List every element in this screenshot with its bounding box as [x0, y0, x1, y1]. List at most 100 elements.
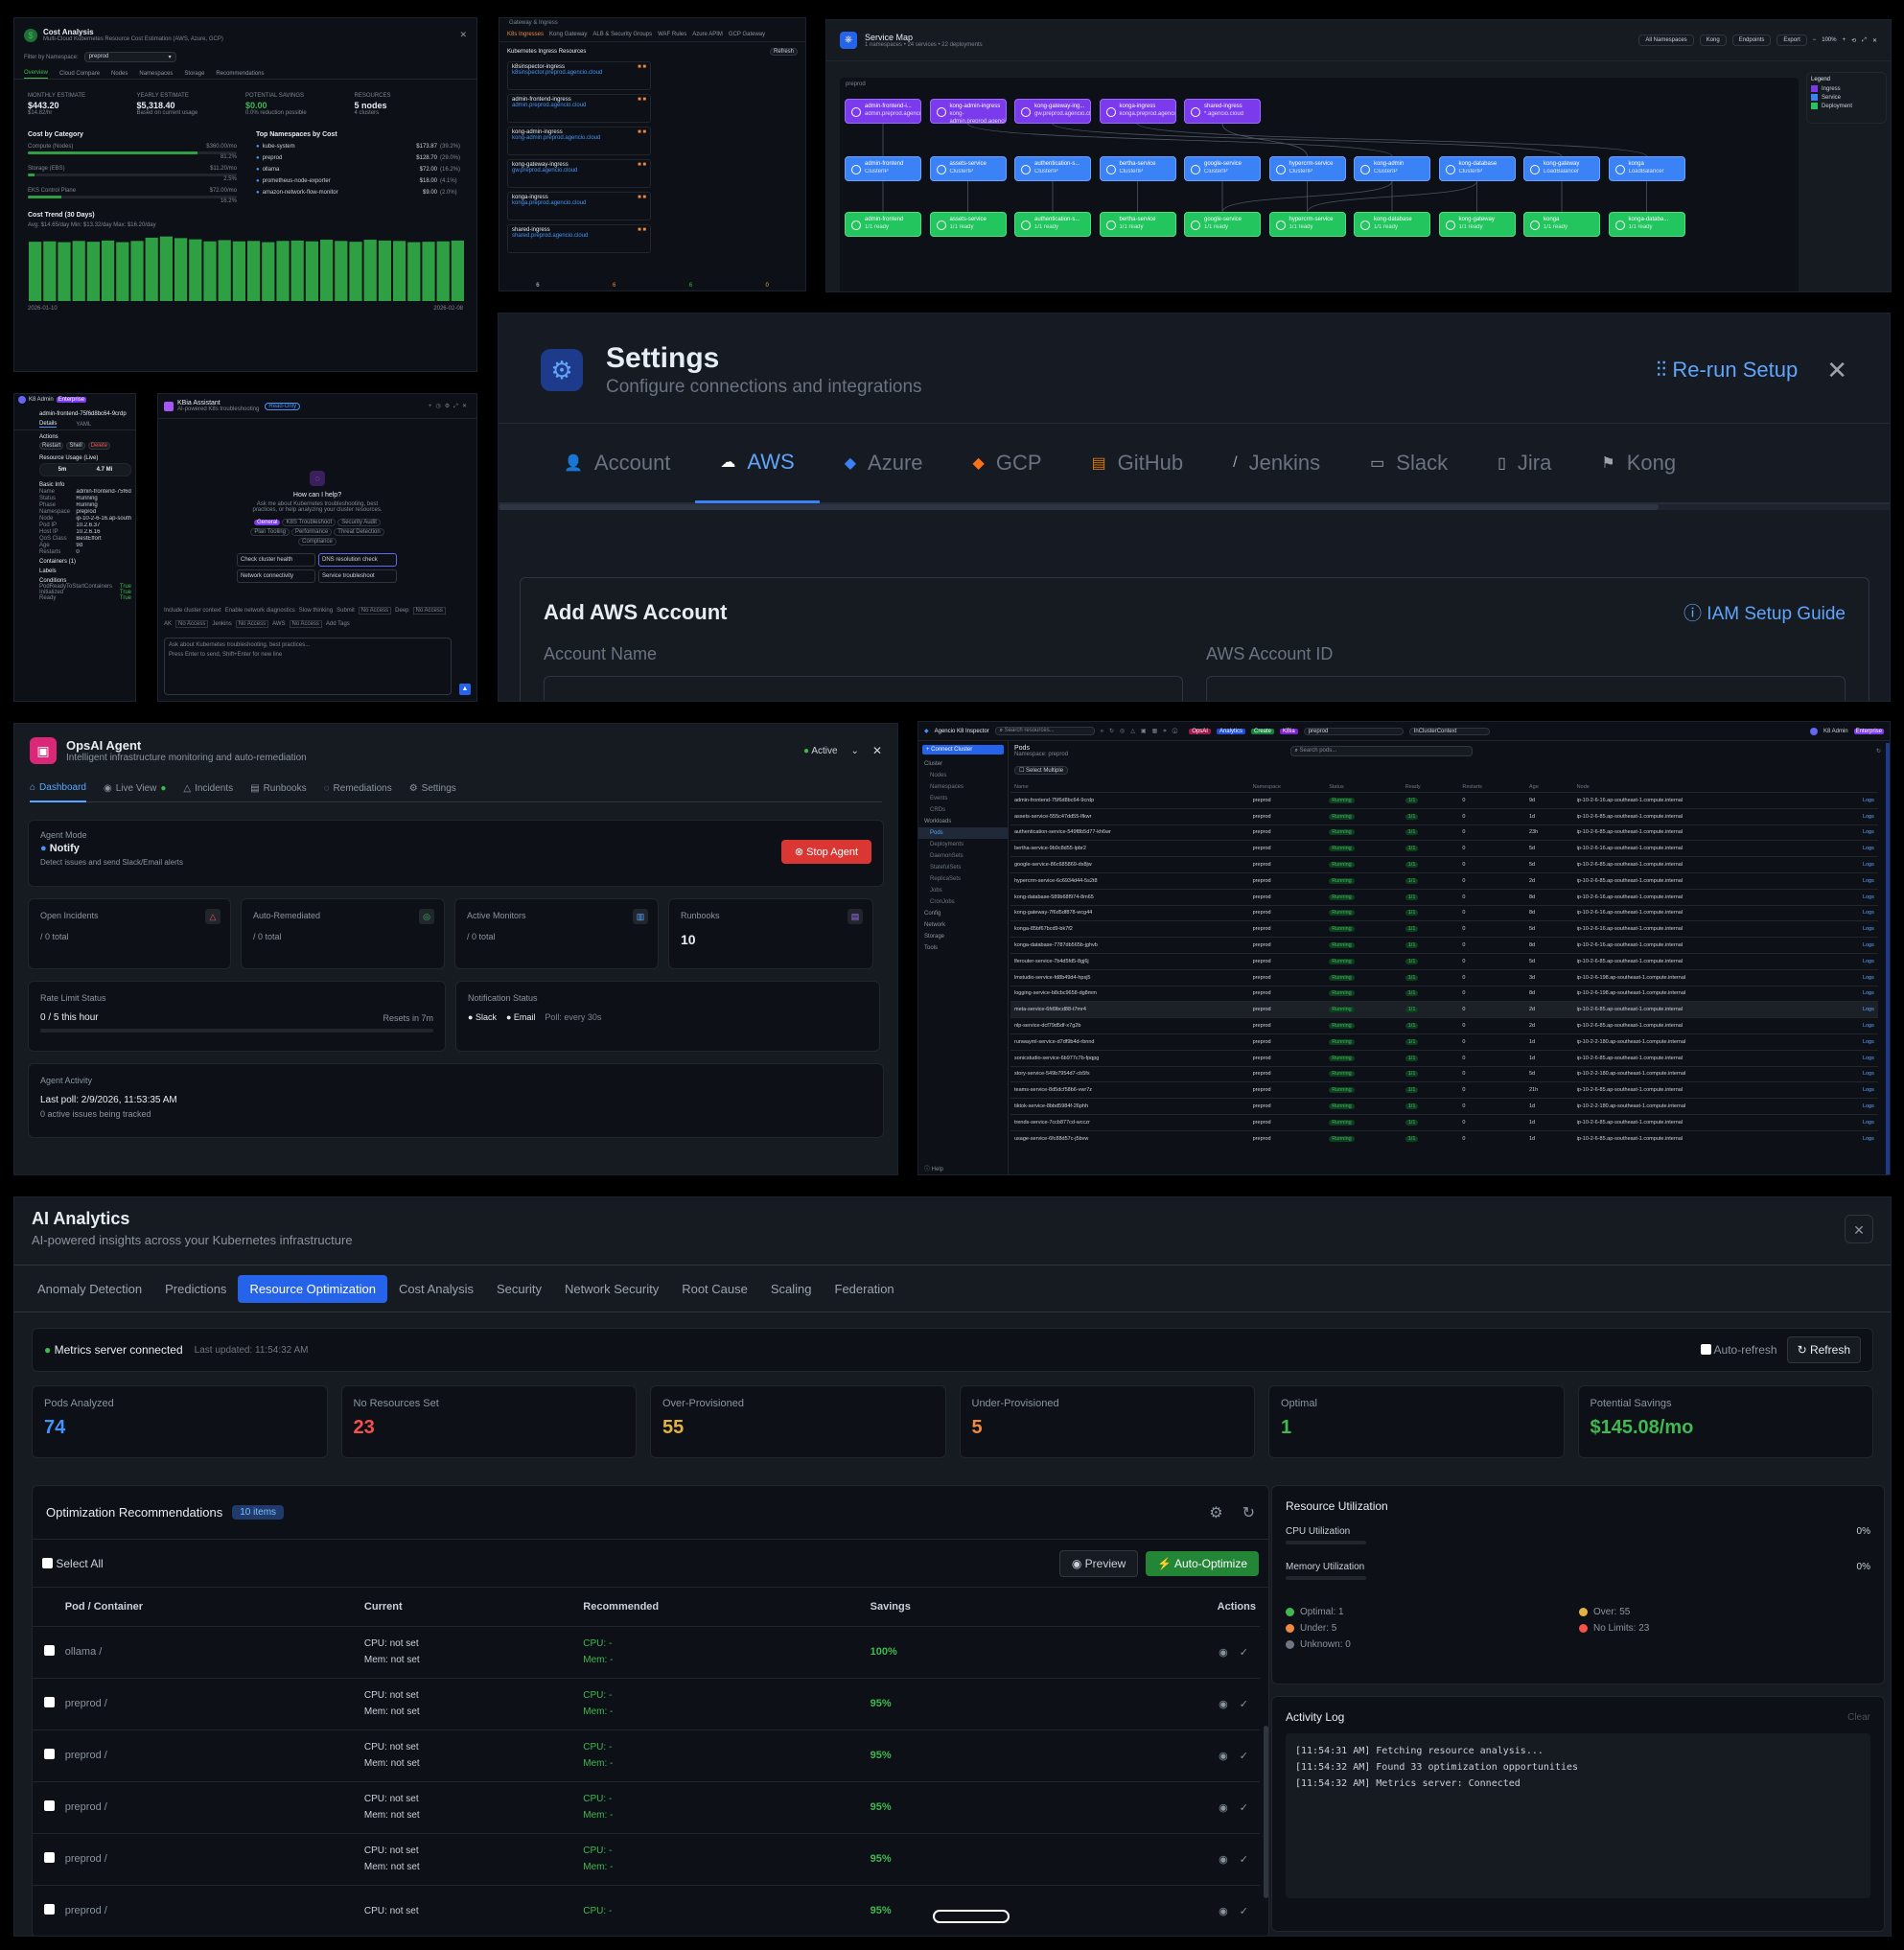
- row-checkbox[interactable]: [33, 1833, 61, 1885]
- deployment-node[interactable]: authentication-s... 1/1 ready: [1014, 212, 1091, 237]
- nav-item-nodes[interactable]: Nodes: [918, 770, 1008, 781]
- quick-prompt[interactable]: Network connectivity: [237, 569, 315, 583]
- cost-tab[interactable]: Nodes: [111, 69, 128, 79]
- logs-link[interactable]: Logs: [1859, 793, 1878, 809]
- table-row[interactable]: meta-service-6fd9bcd88-t7mr4 preprod Runni…: [1010, 1001, 1878, 1018]
- reset-icon[interactable]: ⟲: [1851, 37, 1856, 44]
- settings-tab-jenkins[interactable]: / Jenkins: [1208, 423, 1345, 503]
- logs-link[interactable]: Logs: [1859, 889, 1878, 905]
- ai-tab[interactable]: Federation: [824, 1275, 906, 1303]
- cost-tab[interactable]: Storage: [184, 69, 204, 79]
- integration-option[interactable]: No Access: [175, 620, 209, 628]
- forward-icon[interactable]: »: [1101, 729, 1109, 734]
- help-link[interactable]: ⓘ Help: [924, 1164, 943, 1172]
- nav-item-config[interactable]: Config: [918, 908, 1008, 919]
- opsai-tab-live-view[interactable]: ◉ Live View ●: [104, 776, 166, 802]
- nav-item-daemonsets[interactable]: DaemonSets: [918, 850, 1008, 862]
- logs-link[interactable]: Logs: [1859, 953, 1878, 969]
- shell-button[interactable]: Shell: [66, 442, 85, 450]
- mode-chip[interactable]: Performance: [290, 528, 333, 536]
- ai-tab[interactable]: Scaling: [759, 1275, 824, 1303]
- logs-link[interactable]: Logs: [1859, 1002, 1878, 1018]
- deployment-node[interactable]: konga 1/1 ready: [1523, 212, 1600, 237]
- table-row[interactable]: google-service-86c685869-dx8jw preprod Run…: [1010, 856, 1878, 873]
- ingress-node[interactable]: shared-ingress *.agencio.cloud: [1184, 99, 1261, 124]
- logs-link[interactable]: Logs: [1859, 1099, 1878, 1115]
- nav-item-jobs[interactable]: Jobs: [918, 885, 1008, 896]
- terminal-icon[interactable]: ⌗: [1163, 729, 1172, 734]
- mode-chip[interactable]: Compliance: [298, 538, 337, 546]
- connect-cluster-button[interactable]: + Connect Cluster: [922, 745, 1004, 754]
- aws-account-id-input[interactable]: [1206, 676, 1846, 701]
- table-row[interactable]: authentication-service-549f8b5d77-kh6wr p…: [1010, 824, 1878, 841]
- close-icon[interactable]: ✕: [872, 744, 882, 757]
- deployment-node[interactable]: admin-frontend 1/1 ready: [845, 212, 921, 237]
- row-checkbox[interactable]: [33, 1729, 61, 1781]
- service-node[interactable]: bertha-service ClusterIP: [1099, 156, 1176, 181]
- iam-guide-link[interactable]: ⓘ IAM Setup Guide: [1683, 599, 1846, 625]
- logs-link[interactable]: Logs: [1859, 841, 1878, 857]
- zoom-out-icon[interactable]: −: [1813, 37, 1817, 43]
- table-row[interactable]: assets-service-555c47dd55-lfkwr preprod Ru…: [1010, 808, 1878, 824]
- logs-link[interactable]: Logs: [1859, 824, 1878, 841]
- deployment-node[interactable]: kong-gateway 1/1 ready: [1438, 212, 1516, 237]
- table-row[interactable]: trends-service-7ccb877cd-wcczr preprod Run…: [1010, 1114, 1878, 1130]
- ai-tab[interactable]: Root Cause: [670, 1275, 759, 1303]
- table-row[interactable]: nlp-service-dcf79d5df-x7g2b preprod Runnin…: [1010, 1017, 1878, 1034]
- table-row[interactable]: konga-database-7787db565b-jghvb preprod Ru…: [1010, 937, 1878, 954]
- service-node[interactable]: hypercrm-service ClusterIP: [1268, 156, 1346, 181]
- restart-button[interactable]: Restart: [39, 442, 64, 450]
- table-row[interactable]: teams-service-8d5dcf58b6-vwr7z preprod Run…: [1010, 1081, 1878, 1099]
- service-node[interactable]: konga LoadBalancer: [1608, 156, 1685, 181]
- target-icon[interactable]: ◎: [1120, 729, 1130, 734]
- nav-item-cluster[interactable]: Cluster: [918, 758, 1008, 770]
- table-row[interactable]: hypercrm-service-6c6934d44-5s2t8 preprod R…: [1010, 872, 1878, 889]
- row-checkbox[interactable]: [33, 1678, 61, 1729]
- namespace-select[interactable]: preprod: [1303, 727, 1404, 735]
- logs-link[interactable]: Logs: [1859, 1082, 1878, 1099]
- nav-item-namespaces[interactable]: Namespaces: [918, 781, 1008, 793]
- opsai-tab-remediations[interactable]: ◌ Remediations: [324, 776, 392, 802]
- table-row[interactable]: ollama / CPU: not set Mem: not set CPU: - Me…: [33, 1626, 1260, 1678]
- chat-option[interactable]: No Access: [412, 607, 446, 615]
- eye-icon[interactable]: ◉: [1219, 1906, 1228, 1917]
- nav-item-cronjobs[interactable]: CronJobs: [918, 896, 1008, 908]
- account-name-input[interactable]: [544, 676, 1183, 701]
- ai-tab[interactable]: Anomaly Detection: [26, 1275, 153, 1303]
- chat-option[interactable]: Submit: [337, 608, 355, 614]
- logs-link[interactable]: Logs: [1859, 857, 1878, 873]
- logs-link[interactable]: Logs: [1859, 1050, 1878, 1066]
- ingress-node[interactable]: kong-gateway-ing... gw.preprod.agencio.cl…: [1014, 99, 1091, 124]
- refresh-icon[interactable]: ↻: [1109, 729, 1120, 734]
- endpoints-toggle[interactable]: Endpoints: [1731, 35, 1772, 46]
- check-icon[interactable]: ✓: [1240, 1751, 1248, 1762]
- integration-option[interactable]: No Access: [289, 620, 322, 628]
- table-row[interactable]: konga-85bf67bcd9-bk7f2 preprod Running 1/1 0…: [1010, 920, 1878, 938]
- row-checkbox[interactable]: [33, 1885, 61, 1936]
- chat-option[interactable]: Enable network diagnostics: [225, 608, 295, 614]
- table-row[interactable]: lferouter-service-7b4d5fd5-8gj6j preprod R…: [1010, 953, 1878, 969]
- tab-details[interactable]: Details: [39, 421, 58, 428]
- logs-link[interactable]: Logs: [1859, 969, 1878, 986]
- deployment-node[interactable]: bertha-service 1/1 ready: [1099, 212, 1176, 237]
- integration-option[interactable]: No Access: [235, 620, 269, 628]
- send-button[interactable]: ▲: [459, 684, 471, 695]
- table-row[interactable]: kong-database-589b68f974-8m65 preprod Runn…: [1010, 889, 1878, 905]
- cost-tab[interactable]: Cloud Compare: [59, 69, 100, 79]
- nav-item-replicasets[interactable]: ReplicaSets: [918, 873, 1008, 885]
- quick-prompt[interactable]: Check cluster health: [237, 553, 315, 567]
- deployment-node[interactable]: hypercrm-service 1/1 ready: [1268, 212, 1346, 237]
- table-row[interactable]: preprod / CPU: not set Mem: not set CPU: - M…: [33, 1833, 1260, 1885]
- kong-toggle[interactable]: Kong: [1699, 35, 1727, 46]
- check-icon[interactable]: ✓: [1240, 1699, 1248, 1710]
- row-checkbox[interactable]: [33, 1626, 61, 1678]
- nav-item-deployments[interactable]: Deployments: [918, 839, 1008, 850]
- logs-link[interactable]: Logs: [1859, 1130, 1878, 1147]
- opsai-tab-runbooks[interactable]: ▤ Runbooks: [250, 776, 306, 802]
- inspector-scrollbar[interactable]: [1886, 743, 1890, 1174]
- auto-refresh-checkbox[interactable]: Auto-refresh: [1700, 1343, 1777, 1357]
- cost-tab[interactable]: Recommendations: [216, 69, 264, 79]
- service-node[interactable]: admin-frontend ClusterIP: [845, 156, 921, 181]
- service-node[interactable]: authentication-s... ClusterIP: [1014, 156, 1091, 181]
- table-row[interactable]: preprod / CPU: not set Mem: not set CPU: - M…: [33, 1729, 1260, 1781]
